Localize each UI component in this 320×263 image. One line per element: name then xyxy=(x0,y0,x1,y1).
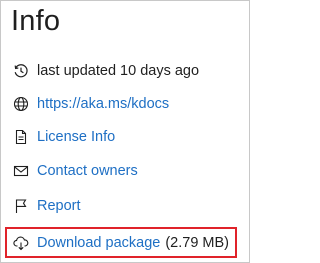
project-url-row[interactable]: https://aka.ms/kdocs xyxy=(13,92,169,116)
report-row[interactable]: Report xyxy=(13,194,81,218)
contact-owners-row[interactable]: Contact owners xyxy=(13,159,138,183)
license-info-row[interactable]: License Info xyxy=(13,125,115,149)
last-updated-row: last updated 10 days ago xyxy=(13,59,199,83)
last-updated-text: last updated 10 days ago xyxy=(37,63,200,79)
mail-icon xyxy=(13,163,29,179)
license-info-link[interactable]: License Info xyxy=(37,127,115,147)
globe-icon xyxy=(13,96,29,112)
flag-icon xyxy=(13,198,29,214)
info-panel: Info last updated 10 days ago https://ak… xyxy=(0,0,250,263)
document-icon xyxy=(13,129,29,145)
project-url-link[interactable]: https://aka.ms/kdocs xyxy=(37,94,169,114)
contact-owners-link[interactable]: Contact owners xyxy=(37,161,138,181)
download-highlight-box xyxy=(5,227,237,258)
report-link[interactable]: Report xyxy=(37,196,81,216)
panel-title: Info xyxy=(11,5,61,37)
history-icon xyxy=(13,63,29,79)
